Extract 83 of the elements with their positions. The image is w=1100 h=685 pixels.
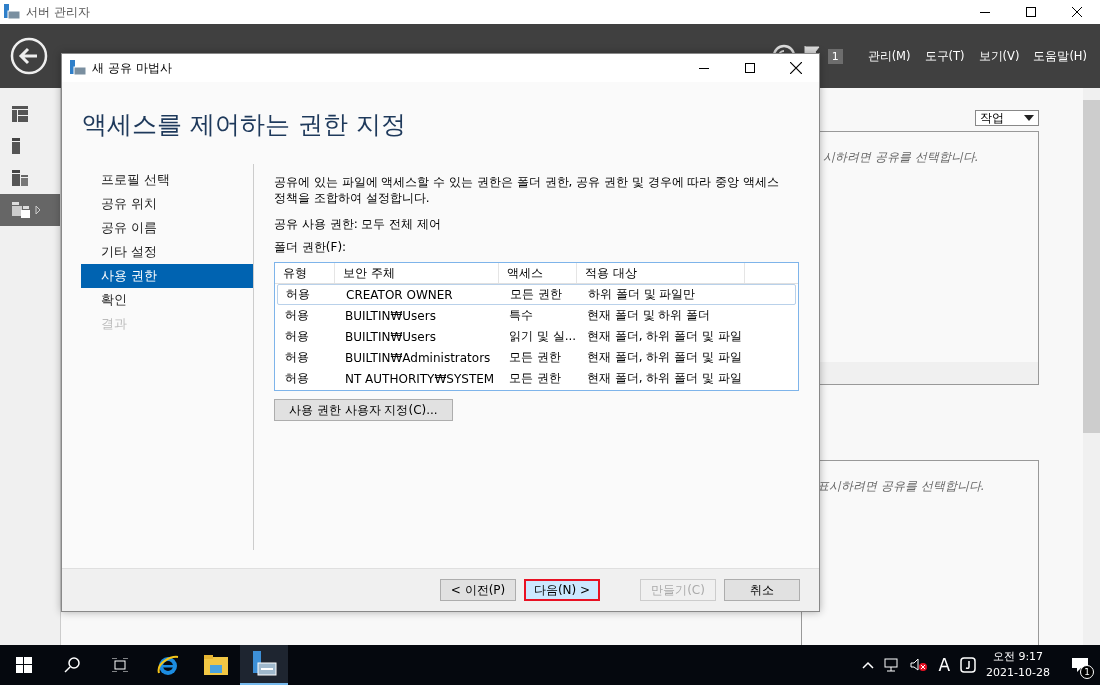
table-row[interactable]: 허용 NT AUTHORITY₩SYSTEM 모든 권한 현재 폴더, 하위 폴더 및 파일 (277, 368, 796, 389)
file-storage-icon[interactable] (12, 202, 40, 218)
notification-count: 1 (827, 48, 843, 64)
notification-count: 1 (1080, 665, 1094, 679)
table-cell-text: 읽기 및 실... (508, 328, 578, 345)
wizard-step[interactable]: 프로필 선택 (81, 168, 253, 192)
wizard-button[interactable]: 다음(N) > (524, 579, 600, 601)
column-header[interactable]: 액세스 (499, 263, 577, 283)
table-cell-text: 허용 (284, 370, 310, 387)
server-manager-icon[interactable] (251, 651, 277, 677)
table-cell-text: 모든 권한 (508, 370, 562, 387)
chevron-up-icon[interactable] (862, 661, 875, 669)
table-row[interactable]: 허용 BUILTIN₩Users 읽기 및 실... 현재 폴더, 하위 폴더 및 파일 (277, 326, 796, 347)
table-cell-text: 허용 (284, 328, 310, 345)
table-cell-text: 현재 폴더, 하위 폴더 및 파일 (586, 349, 743, 366)
wizard-step[interactable]: 공유 위치 (81, 192, 253, 216)
folder-icon[interactable] (204, 655, 228, 675)
wizard-step[interactable]: 확인 (81, 288, 253, 312)
column-header[interactable]: 적용 대상 (577, 263, 745, 283)
menu-item[interactable]: 보기(V) (975, 48, 1023, 64)
back-icon[interactable] (10, 37, 48, 75)
wizard-step[interactable]: 공유 이름 (81, 216, 253, 240)
field-label: 폴더 권한(F): (274, 239, 348, 256)
muted-speaker-icon[interactable] (910, 658, 929, 672)
clock[interactable]: 오전 9:17 2021-10-28 (976, 649, 1060, 681)
table-cell-text: BUILTIN₩Users (344, 307, 437, 325)
scrollbar-thumb[interactable] (1083, 100, 1100, 433)
wizard-button[interactable]: < 이전(P) (440, 579, 516, 601)
table-row[interactable]: 허용 BUILTIN₩Users 특수 현재 폴더 및 하위 폴더 (277, 305, 796, 326)
minimize-icon[interactable] (980, 11, 990, 13)
column-header[interactable]: 보안 주체 (335, 263, 499, 283)
ime-indicator[interactable]: A (938, 655, 951, 675)
menu-item[interactable]: 도움말(H) (1030, 48, 1090, 64)
server-manager-icon (4, 4, 20, 20)
table-cell-text: 현재 폴더, 하위 폴더 및 파일 (586, 370, 743, 387)
windows-logo-icon[interactable] (16, 657, 32, 673)
wizard-button[interactable]: 취소 (724, 579, 800, 601)
taskbar-app[interactable] (240, 645, 288, 685)
network-icon[interactable] (884, 658, 901, 672)
server-icon[interactable] (12, 138, 20, 154)
minimize-icon[interactable] (699, 67, 709, 69)
table-cell-text: CREATOR OWNER (345, 286, 454, 304)
dropdown-arrow-icon (1024, 115, 1034, 121)
table-cell-text: 모든 권한 (509, 286, 563, 303)
wizard-step[interactable]: 사용 권한 (81, 264, 253, 288)
table-cell-text: BUILTIN₩Administrators (344, 349, 492, 367)
table-cell-text: 하위 폴더 및 파일만 (587, 286, 697, 303)
server-manager-icon (70, 60, 86, 76)
table-cell-text: BUILTIN₩Users (344, 328, 437, 346)
hint-text: 표시하려면 공유를 선택합니다. (817, 478, 985, 495)
ime-pad-icon[interactable] (960, 657, 977, 673)
browser-icon[interactable] (156, 653, 180, 677)
tasks-dropdown[interactable]: 작업 (975, 110, 1039, 126)
search-icon[interactable] (64, 657, 80, 673)
table-cell-text: 현재 폴더, 하위 폴더 및 파일 (586, 328, 743, 345)
column-header[interactable]: 유형 (275, 263, 335, 283)
window-title: 서버 관리자 (26, 3, 91, 21)
table-cell-text: 현재 폴더 및 하위 폴더 (586, 307, 712, 324)
dialog-title: 새 공유 마법사 (92, 59, 173, 77)
table-cell-text: 허용 (284, 349, 310, 366)
menu-item[interactable]: 도구(T) (921, 48, 968, 64)
wizard-step[interactable]: 기타 설정 (81, 240, 253, 264)
menu-item[interactable]: 관리(M) (864, 48, 914, 64)
table-cell-text: 허용 (285, 286, 311, 303)
hint-text: 시하려면 공유를 선택합니다. (823, 149, 979, 166)
customize-permissions-button[interactable]: 사용 권한 사용자 지정(C)... (274, 399, 453, 421)
table-row[interactable]: 허용 CREATOR OWNER 모든 권한 하위 폴더 및 파일만 (277, 284, 796, 305)
share-permissions-text: 공유 사용 권한: 모두 전체 제어 (274, 216, 443, 233)
table-cell-text: 허용 (284, 307, 310, 324)
table-cell-text: 특수 (508, 307, 534, 324)
sidebar-item[interactable] (0, 194, 60, 226)
table-cell-text: 모든 권한 (508, 349, 562, 366)
task-view-icon[interactable] (112, 658, 128, 672)
grid-icon[interactable] (12, 106, 28, 122)
maximize-icon[interactable] (745, 63, 755, 73)
table-cell-text: NT AUTHORITY₩SYSTEM (344, 370, 496, 388)
maximize-icon[interactable] (1026, 7, 1036, 17)
table-row[interactable]: 허용 BUILTIN₩Administrators 모든 권한 현재 폴더, 하위 폴더 및 파일 (277, 347, 796, 368)
page-heading: 액세스를 제어하는 권한 지정 (81, 109, 407, 138)
servers-icon[interactable] (12, 170, 28, 186)
description-text: 공유에 있는 파일에 액세스할 수 있는 권한은 폴더 권한, 공유 권한 및 경우에 따라 중앙 액세스 정책을 조합하여 설정합니다. (274, 174, 781, 206)
close-icon[interactable] (1072, 7, 1082, 17)
close-icon[interactable] (790, 62, 802, 74)
